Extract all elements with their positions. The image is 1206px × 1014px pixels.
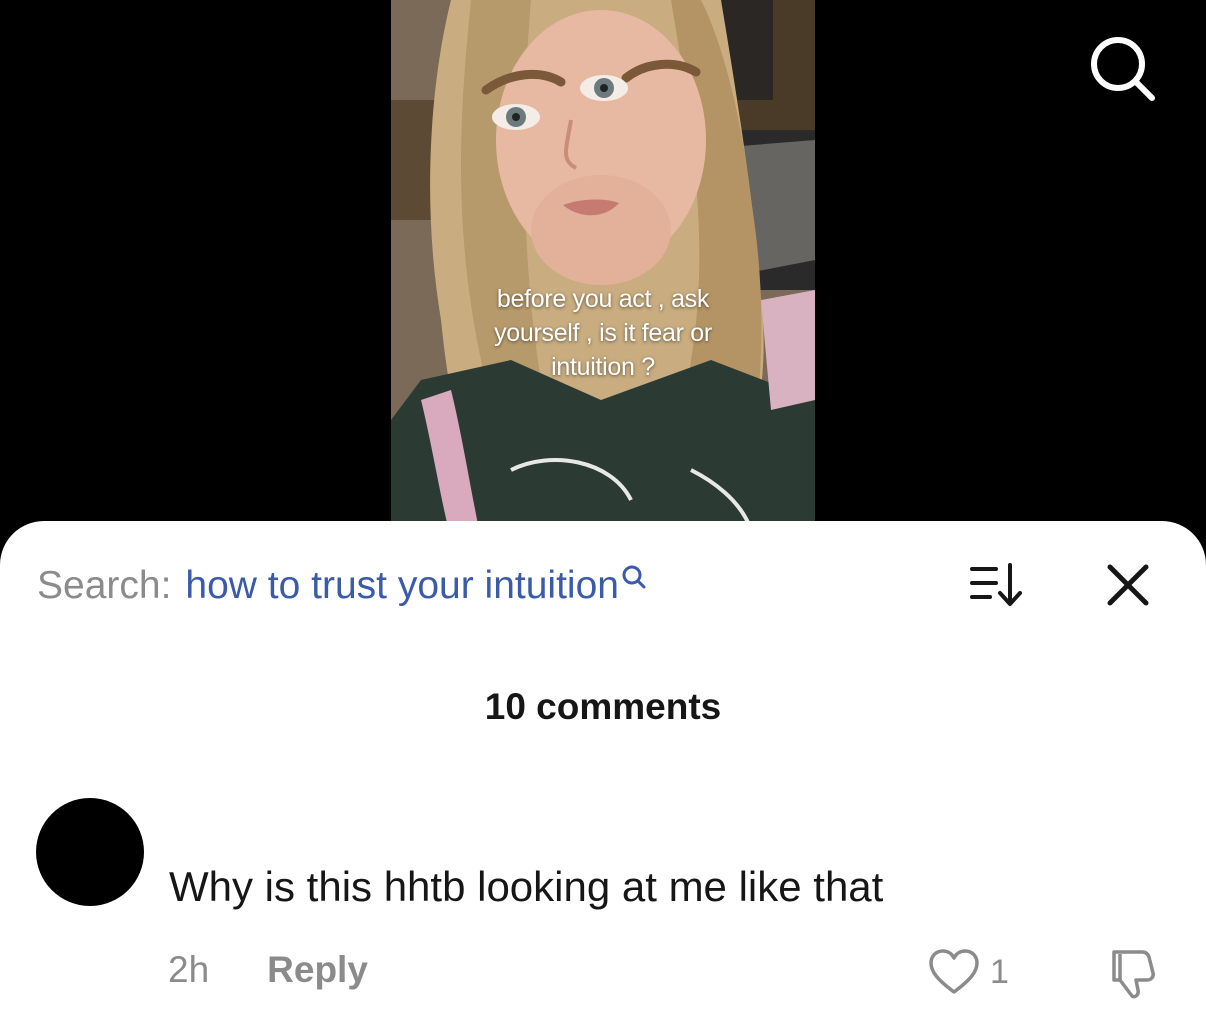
close-icon[interactable] [1104,561,1152,609]
caption-line: intuition ? [551,353,655,381]
like-count: 1 [990,952,1009,991]
thumbs-down-icon[interactable] [1106,946,1162,1002]
like-button[interactable]: 1 [928,948,1009,996]
app-screen: before you act , ask yourself , is it fe… [0,0,1206,1014]
reply-button[interactable]: Reply [267,949,368,991]
search-prefix-label: Search: [37,564,172,607]
related-search: Search: how to trust your intuition [37,559,647,613]
search-query-link[interactable]: how to trust your intuition [185,564,619,608]
comment-timestamp: 2h [168,949,210,990]
sort-icon[interactable] [968,561,1024,609]
comment-text: Why is this hhtb looking at me like that [169,863,884,910]
comment-meta: 2h Reply [168,949,368,991]
caption-line: yourself , is it fear or [494,319,712,347]
video-frame-image [391,0,815,540]
video-caption: before you act , ask yourself , is it fe… [391,282,815,384]
comments-sheet: Search: how to trust your intuition 10 c… [0,521,1206,1014]
heart-icon[interactable] [928,948,980,996]
search-icon[interactable] [1086,32,1158,104]
search-icon[interactable] [621,564,647,594]
caption-line: before you act , ask [496,285,710,313]
avatar[interactable] [36,798,144,906]
video-player[interactable]: before you act , ask yourself , is it fe… [391,0,815,540]
comment-count: 10 comments [484,686,722,727]
